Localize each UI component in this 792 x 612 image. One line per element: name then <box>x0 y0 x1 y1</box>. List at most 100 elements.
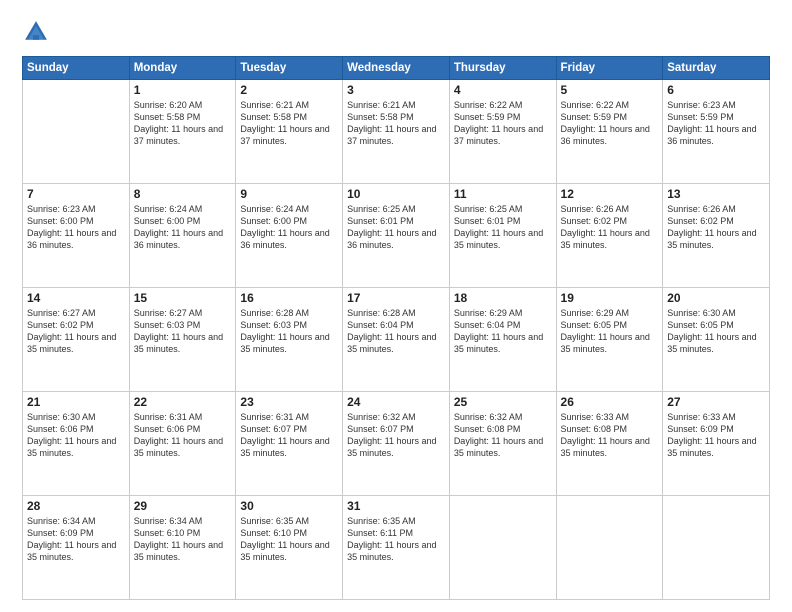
day-cell: 26 Sunrise: 6:33 AMSunset: 6:08 PMDayligh… <box>556 392 663 496</box>
day-number: 19 <box>561 291 659 305</box>
day-cell: 7Sunrise: 6:23 AMSunset: 6:00 PMDaylight… <box>23 184 130 288</box>
day-cell: 10Sunrise: 6:25 AMSunset: 6:01 PMDayligh… <box>343 184 450 288</box>
day-info: Sunrise: 6:32 AMSunset: 6:08 PMDaylight:… <box>454 411 552 460</box>
day-info: Sunrise: 6:25 AMSunset: 6:01 PMDaylight:… <box>454 203 552 252</box>
day-number: 23 <box>240 395 338 409</box>
weekday-header-friday: Friday <box>556 57 663 80</box>
day-cell: 9 Sunrise: 6:24 AMSunset: 6:00 PMDaylight… <box>236 184 343 288</box>
day-cell <box>23 80 130 184</box>
day-number: 24 <box>347 395 445 409</box>
day-cell: 3 Sunrise: 6:21 AMSunset: 5:58 PMDaylight… <box>343 80 450 184</box>
day-cell: 30 Sunrise: 6:35 AMSunset: 6:10 PMDayligh… <box>236 496 343 600</box>
day-number: 14 <box>27 291 125 305</box>
day-number: 18 <box>454 291 552 305</box>
day-number: 4 <box>454 83 552 97</box>
day-number: 13 <box>667 187 765 201</box>
day-info: Sunrise: 6:35 AMSunset: 6:10 PMDaylight:… <box>240 515 338 564</box>
day-cell: 22 Sunrise: 6:31 AMSunset: 6:06 PMDayligh… <box>129 392 236 496</box>
day-cell: 6 Sunrise: 6:23 AMSunset: 5:59 PMDaylight… <box>663 80 770 184</box>
day-cell <box>663 496 770 600</box>
logo-icon <box>22 18 50 46</box>
day-number: 2 <box>240 83 338 97</box>
day-number: 29 <box>134 499 232 513</box>
day-info: Sunrise: 6:22 AMSunset: 5:59 PMDaylight:… <box>561 99 659 148</box>
day-cell: 1Sunrise: 6:20 AMSunset: 5:58 PMDaylight… <box>129 80 236 184</box>
day-cell: 25 Sunrise: 6:32 AMSunset: 6:08 PMDayligh… <box>449 392 556 496</box>
day-cell: 19 Sunrise: 6:29 AMSunset: 6:05 PMDayligh… <box>556 288 663 392</box>
day-info: Sunrise: 6:33 AMSunset: 6:08 PMDaylight:… <box>561 411 659 460</box>
day-info: Sunrise: 6:34 AMSunset: 6:09 PMDaylight:… <box>27 515 125 564</box>
day-number: 5 <box>561 83 659 97</box>
day-cell: 16 Sunrise: 6:28 AMSunset: 6:03 PMDayligh… <box>236 288 343 392</box>
logo <box>22 18 56 46</box>
day-cell: 28 Sunrise: 6:34 AMSunset: 6:09 PMDayligh… <box>23 496 130 600</box>
day-info: Sunrise: 6:28 AMSunset: 6:04 PMDaylight:… <box>347 307 445 356</box>
day-number: 30 <box>240 499 338 513</box>
weekday-header-row: SundayMondayTuesdayWednesdayThursdayFrid… <box>23 57 770 80</box>
day-info: Sunrise: 6:33 AMSunset: 6:09 PMDaylight:… <box>667 411 765 460</box>
day-number: 21 <box>27 395 125 409</box>
day-info: Sunrise: 6:23 AMSunset: 6:00 PMDaylight:… <box>27 203 125 252</box>
day-info: Sunrise: 6:24 AMSunset: 6:00 PMDaylight:… <box>240 203 338 252</box>
day-cell: 27Sunrise: 6:33 AMSunset: 6:09 PMDayligh… <box>663 392 770 496</box>
day-cell: 13 Sunrise: 6:26 AMSunset: 6:02 PMDayligh… <box>663 184 770 288</box>
day-info: Sunrise: 6:29 AMSunset: 6:05 PMDaylight:… <box>561 307 659 356</box>
day-number: 6 <box>667 83 765 97</box>
day-info: Sunrise: 6:21 AMSunset: 5:58 PMDaylight:… <box>347 99 445 148</box>
day-cell: 31 Sunrise: 6:35 AMSunset: 6:11 PMDayligh… <box>343 496 450 600</box>
day-cell: 2Sunrise: 6:21 AMSunset: 5:58 PMDaylight… <box>236 80 343 184</box>
week-row-1: 7Sunrise: 6:23 AMSunset: 6:00 PMDaylight… <box>23 184 770 288</box>
weekday-header-thursday: Thursday <box>449 57 556 80</box>
day-number: 3 <box>347 83 445 97</box>
day-info: Sunrise: 6:28 AMSunset: 6:03 PMDaylight:… <box>240 307 338 356</box>
header <box>22 18 770 46</box>
day-info: Sunrise: 6:31 AMSunset: 6:07 PMDaylight:… <box>240 411 338 460</box>
day-cell: 5 Sunrise: 6:22 AMSunset: 5:59 PMDaylight… <box>556 80 663 184</box>
day-number: 10 <box>347 187 445 201</box>
day-info: Sunrise: 6:30 AMSunset: 6:05 PMDaylight:… <box>667 307 765 356</box>
day-number: 17 <box>347 291 445 305</box>
day-info: Sunrise: 6:26 AMSunset: 6:02 PMDaylight:… <box>561 203 659 252</box>
day-info: Sunrise: 6:34 AMSunset: 6:10 PMDaylight:… <box>134 515 232 564</box>
day-info: Sunrise: 6:24 AMSunset: 6:00 PMDaylight:… <box>134 203 232 252</box>
day-number: 22 <box>134 395 232 409</box>
day-number: 28 <box>27 499 125 513</box>
day-cell: 17 Sunrise: 6:28 AMSunset: 6:04 PMDayligh… <box>343 288 450 392</box>
day-number: 9 <box>240 187 338 201</box>
day-number: 25 <box>454 395 552 409</box>
page: SundayMondayTuesdayWednesdayThursdayFrid… <box>0 0 792 612</box>
day-number: 26 <box>561 395 659 409</box>
day-info: Sunrise: 6:29 AMSunset: 6:04 PMDaylight:… <box>454 307 552 356</box>
day-info: Sunrise: 6:26 AMSunset: 6:02 PMDaylight:… <box>667 203 765 252</box>
day-number: 31 <box>347 499 445 513</box>
day-cell: 15Sunrise: 6:27 AMSunset: 6:03 PMDayligh… <box>129 288 236 392</box>
week-row-2: 14Sunrise: 6:27 AMSunset: 6:02 PMDayligh… <box>23 288 770 392</box>
day-cell: 20Sunrise: 6:30 AMSunset: 6:05 PMDayligh… <box>663 288 770 392</box>
weekday-header-sunday: Sunday <box>23 57 130 80</box>
day-number: 12 <box>561 187 659 201</box>
day-info: Sunrise: 6:23 AMSunset: 5:59 PMDaylight:… <box>667 99 765 148</box>
day-number: 16 <box>240 291 338 305</box>
weekday-header-monday: Monday <box>129 57 236 80</box>
day-number: 8 <box>134 187 232 201</box>
day-info: Sunrise: 6:30 AMSunset: 6:06 PMDaylight:… <box>27 411 125 460</box>
day-info: Sunrise: 6:31 AMSunset: 6:06 PMDaylight:… <box>134 411 232 460</box>
day-cell <box>449 496 556 600</box>
day-cell: 21 Sunrise: 6:30 AMSunset: 6:06 PMDayligh… <box>23 392 130 496</box>
day-number: 15 <box>134 291 232 305</box>
day-info: Sunrise: 6:35 AMSunset: 6:11 PMDaylight:… <box>347 515 445 564</box>
day-cell: 8 Sunrise: 6:24 AMSunset: 6:00 PMDaylight… <box>129 184 236 288</box>
calendar-table: SundayMondayTuesdayWednesdayThursdayFrid… <box>22 56 770 600</box>
day-number: 11 <box>454 187 552 201</box>
day-cell: 24 Sunrise: 6:32 AMSunset: 6:07 PMDayligh… <box>343 392 450 496</box>
day-info: Sunrise: 6:20 AMSunset: 5:58 PMDaylight:… <box>134 99 232 148</box>
day-cell: 4 Sunrise: 6:22 AMSunset: 5:59 PMDaylight… <box>449 80 556 184</box>
day-info: Sunrise: 6:32 AMSunset: 6:07 PMDaylight:… <box>347 411 445 460</box>
day-cell: 23 Sunrise: 6:31 AMSunset: 6:07 PMDayligh… <box>236 392 343 496</box>
day-cell: 12 Sunrise: 6:26 AMSunset: 6:02 PMDayligh… <box>556 184 663 288</box>
weekday-header-saturday: Saturday <box>663 57 770 80</box>
week-row-3: 21 Sunrise: 6:30 AMSunset: 6:06 PMDayligh… <box>23 392 770 496</box>
day-cell: 29 Sunrise: 6:34 AMSunset: 6:10 PMDayligh… <box>129 496 236 600</box>
day-cell: 11 Sunrise: 6:25 AMSunset: 6:01 PMDayligh… <box>449 184 556 288</box>
day-info: Sunrise: 6:22 AMSunset: 5:59 PMDaylight:… <box>454 99 552 148</box>
